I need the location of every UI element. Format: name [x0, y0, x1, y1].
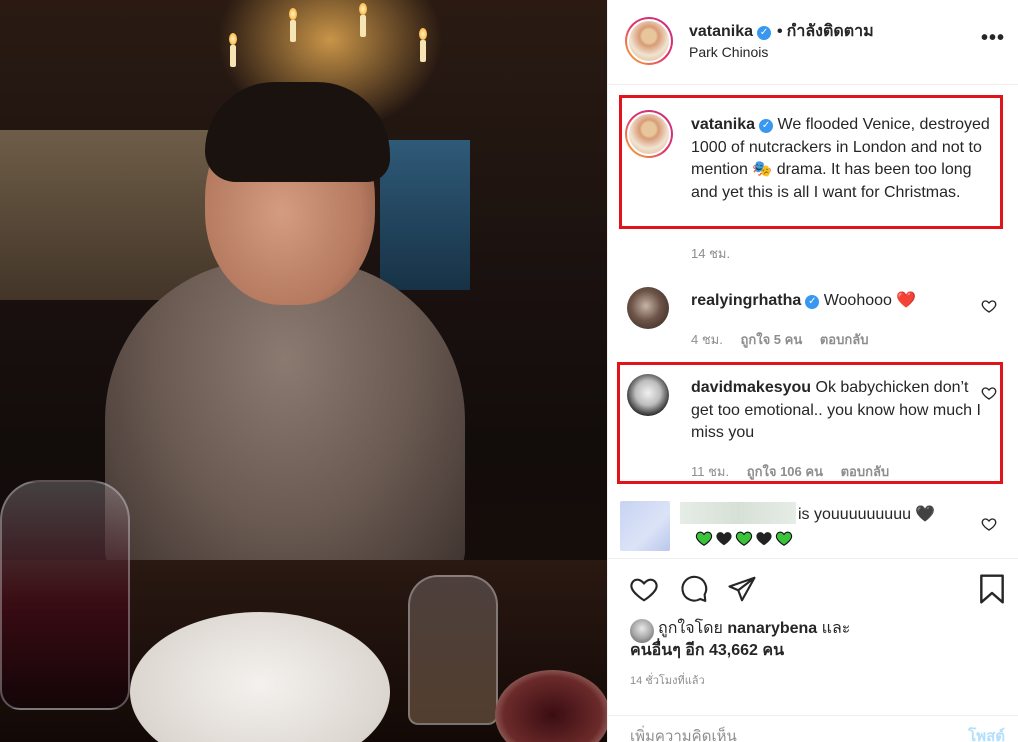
candle: [230, 45, 236, 67]
author-avatar[interactable]: [625, 17, 673, 65]
candle: [290, 20, 296, 42]
candle-flame: [419, 28, 427, 40]
comment-text-block: realyingrhatha ✓ Woohooo ❤️: [691, 290, 991, 313]
likes-count[interactable]: 43,662: [709, 642, 758, 659]
water-glass: [408, 575, 498, 725]
candle-flame: [229, 33, 237, 45]
reply-button[interactable]: ตอบกลับ: [820, 332, 869, 347]
verified-badge-icon: ✓: [757, 26, 772, 40]
candle: [420, 40, 426, 62]
likes-others-prefix[interactable]: คนอื่นๆ อีก: [630, 642, 705, 659]
candle-flame: [359, 3, 367, 15]
post-comment-button[interactable]: โพสต์: [968, 724, 1005, 742]
green-heart-icon: [695, 531, 713, 546]
caption-meta: 14 ชม.: [691, 243, 744, 264]
bookmark-icon[interactable]: [978, 573, 1006, 605]
add-comment-input[interactable]: เพิ่มความคิดเห็น: [630, 724, 737, 742]
comment-item: is youuuuuuuuu 🖤: [608, 498, 1018, 558]
post-location[interactable]: Park Chinois: [689, 44, 768, 60]
highlight-box-comment: [617, 362, 1003, 484]
candle-flame: [289, 8, 297, 20]
green-heart-icon: [735, 531, 753, 546]
comment-likes[interactable]: ถูกใจ 5 คน: [740, 332, 802, 347]
post-header: vatanika ✓ • กำลังติดตาม Park Chinois •••: [608, 0, 1018, 85]
likes-summary: ถูกใจโดย nanarybena และ คนอื่นๆ อีก 43,6…: [630, 618, 850, 662]
comment-text: is youuuuuuuuu 🖤: [798, 506, 936, 523]
comment-icon[interactable]: [678, 574, 710, 604]
redacted-username: [680, 502, 796, 524]
share-icon[interactable]: [726, 574, 758, 604]
wine-glass: [0, 480, 130, 710]
likes-prefix: ถูกใจโดย: [658, 620, 723, 637]
like-comment-heart-icon[interactable]: [981, 516, 997, 532]
post-time-ago[interactable]: 14 ชั่วโมงที่แล้ว: [630, 671, 705, 689]
comment-item: realyingrhatha ✓ Woohooo ❤️ 4 ชม. ถูกใจ 5…: [608, 284, 1018, 354]
candle: [360, 15, 366, 37]
person-hair: [205, 82, 390, 182]
black-heart-icon: [716, 532, 732, 546]
post-photo[interactable]: [0, 0, 607, 742]
comment-meta: 4 ชม. ถูกใจ 5 คน ตอบกลับ: [691, 329, 882, 350]
photo-background-door: [380, 140, 470, 290]
likes-suffix[interactable]: คน: [762, 642, 784, 659]
comment-username[interactable]: realyingrhatha: [691, 292, 801, 309]
comment-avatar[interactable]: [627, 287, 669, 329]
black-heart-icon: [756, 532, 772, 546]
post-details-panel: vatanika ✓ • กำลังติดตาม Park Chinois ••• v…: [607, 0, 1018, 742]
green-heart-icon: [775, 531, 793, 546]
more-options-icon[interactable]: •••: [981, 27, 1005, 50]
following-button[interactable]: กำลังติดตาม: [787, 23, 874, 40]
comment-text: Woohooo ❤️: [823, 292, 917, 309]
emoji-line: [695, 530, 795, 549]
author-username[interactable]: vatanika: [689, 23, 753, 40]
add-comment-bar: เพิ่มความคิดเห็น โพสต์: [608, 715, 1018, 742]
comment-time[interactable]: 4 ชม.: [691, 332, 723, 347]
like-comment-heart-icon[interactable]: [981, 298, 997, 314]
highlight-box-caption: [619, 95, 1003, 229]
comment-avatar-blurred[interactable]: [620, 501, 670, 551]
liker-username[interactable]: nanarybena: [727, 620, 817, 637]
caption-time[interactable]: 14 ชม.: [691, 246, 730, 261]
heart-icon[interactable]: [628, 574, 660, 604]
verified-badge-icon: ✓: [805, 295, 820, 309]
person-torso: [105, 260, 465, 590]
author-line: vatanika ✓ • กำลังติดตาม: [689, 23, 874, 40]
likes-and: และ: [821, 620, 851, 637]
